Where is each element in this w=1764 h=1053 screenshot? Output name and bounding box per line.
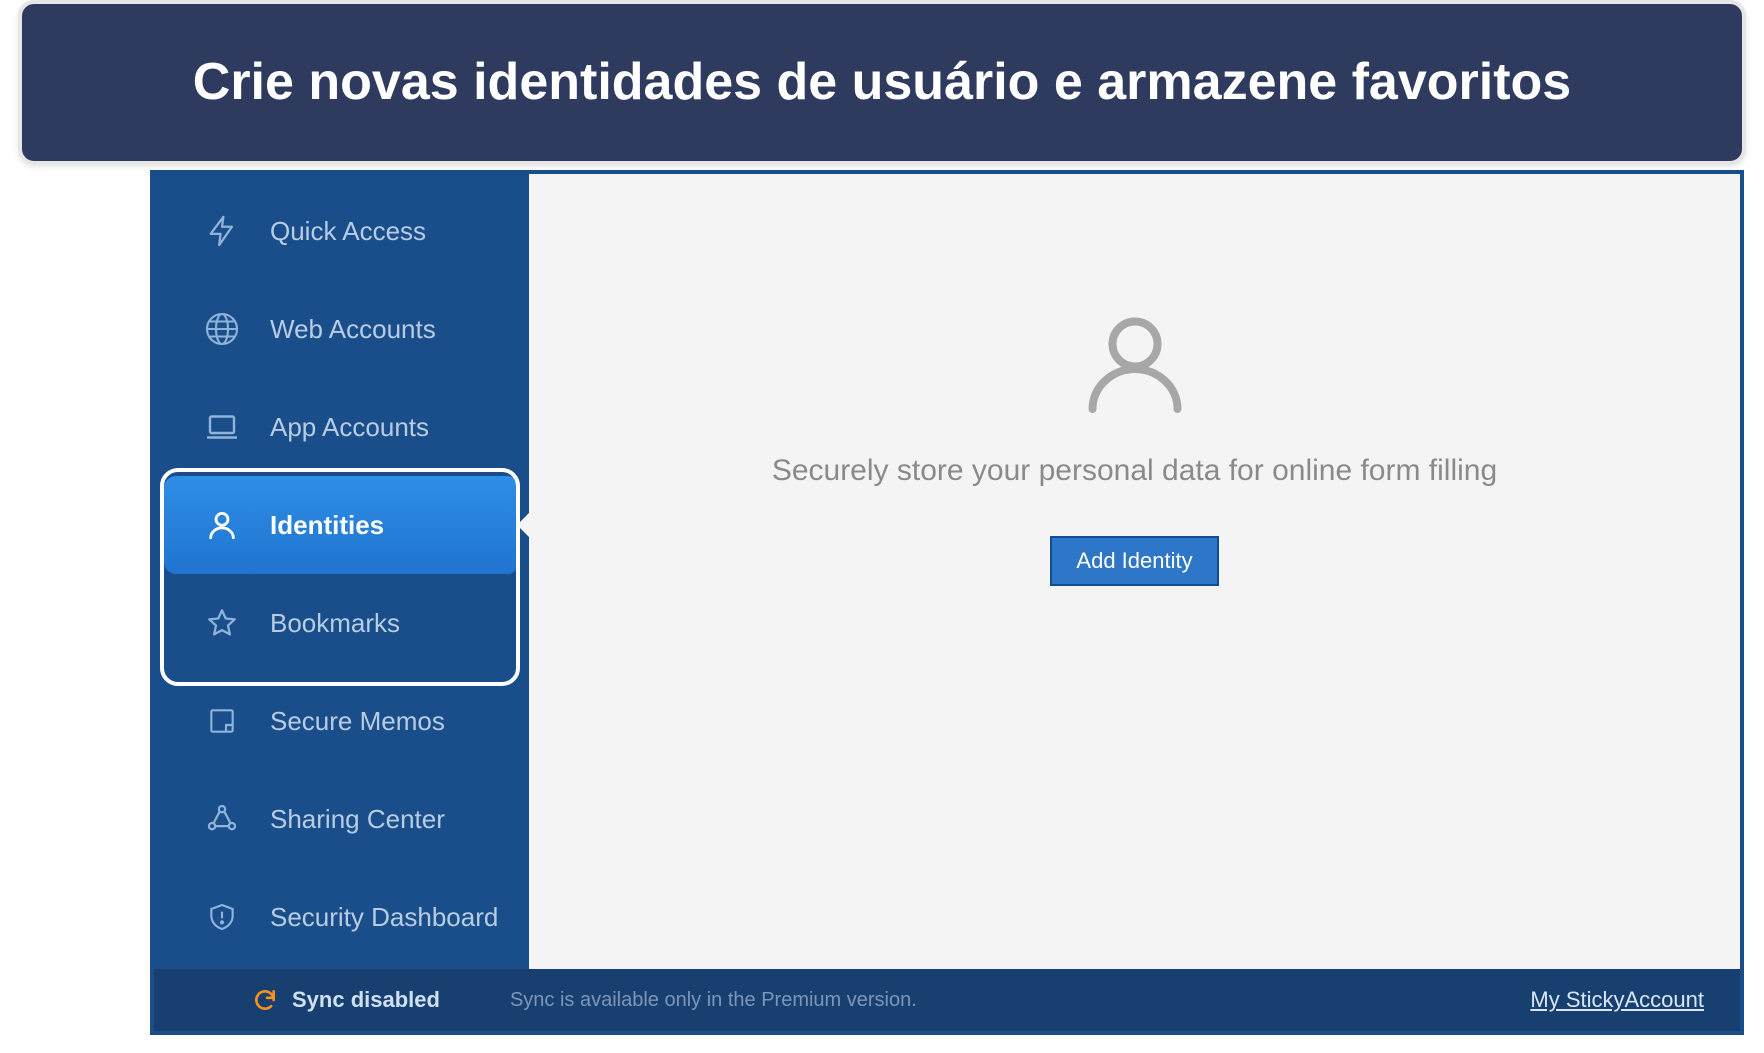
sidebar-item-sharing-center[interactable]: Sharing Center (164, 770, 519, 868)
sidebar-item-label: Security Dashboard (270, 902, 498, 933)
empty-message: Securely store your personal data for on… (529, 454, 1740, 488)
sidebar-item-label: Web Accounts (270, 314, 436, 345)
status-bar: Sync disabled Sync is available only in … (154, 969, 1740, 1031)
sidebar-item-security-dashboard[interactable]: Security Dashboard (164, 868, 519, 966)
star-icon (202, 603, 242, 643)
sidebar-item-label: App Accounts (270, 412, 429, 443)
sidebar-item-bookmarks[interactable]: Bookmarks (164, 574, 519, 672)
empty-person-icon (529, 304, 1740, 424)
banner-text: Crie novas identidades de usuário e arma… (193, 53, 1571, 113)
app-body: Quick Access Web Accounts App Accounts (154, 174, 1740, 969)
globe-icon (202, 309, 242, 349)
add-identity-button[interactable]: Add Identity (1050, 536, 1218, 586)
sidebar-item-secure-memos[interactable]: Secure Memos (164, 672, 519, 770)
laptop-icon (202, 407, 242, 447)
sync-label: Sync disabled (292, 987, 440, 1013)
instruction-banner: Crie novas identidades de usuário e arma… (18, 0, 1746, 165)
memo-icon (202, 701, 242, 741)
sidebar-item-label: Bookmarks (270, 608, 400, 639)
my-stickyaccount-link[interactable]: My StickyAccount (1530, 987, 1704, 1013)
sidebar-item-label: Quick Access (270, 216, 426, 247)
sidebar: Quick Access Web Accounts App Accounts (154, 174, 529, 969)
person-icon (202, 505, 242, 545)
sidebar-item-label: Sharing Center (270, 804, 445, 835)
sidebar-item-identities[interactable]: Identities (164, 476, 519, 574)
content-area: Securely store your personal data for on… (529, 174, 1740, 969)
empty-state: Securely store your personal data for on… (529, 304, 1740, 586)
sidebar-item-app-accounts[interactable]: App Accounts (164, 378, 519, 476)
shield-icon (202, 897, 242, 937)
share-icon (202, 799, 242, 839)
app-window: Quick Access Web Accounts App Accounts (150, 170, 1744, 1035)
sync-note: Sync is available only in the Premium ve… (510, 989, 917, 1012)
sync-icon (252, 987, 278, 1013)
bolt-icon (202, 211, 242, 251)
sidebar-item-quick-access[interactable]: Quick Access (164, 182, 519, 280)
sidebar-item-label: Secure Memos (270, 706, 445, 737)
sidebar-item-web-accounts[interactable]: Web Accounts (164, 280, 519, 378)
sidebar-item-label: Identities (270, 510, 384, 541)
sync-status[interactable]: Sync disabled (252, 987, 440, 1013)
